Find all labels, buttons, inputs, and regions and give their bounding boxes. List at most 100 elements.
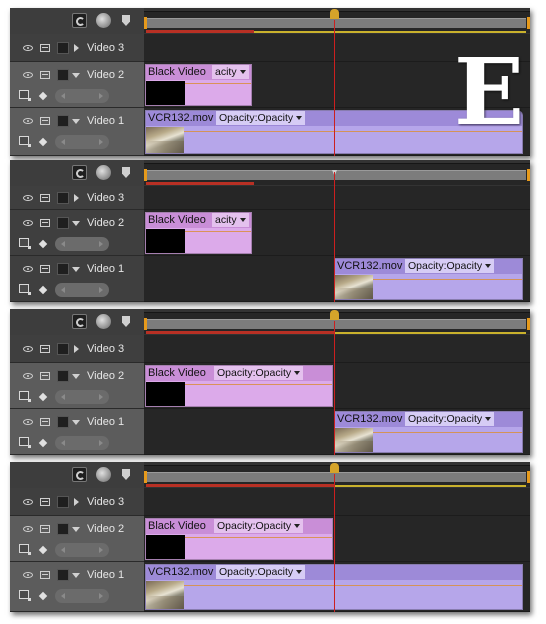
track-lane[interactable]: VCR132.mov Opacity:Opacity xyxy=(144,409,530,455)
work-area-bar[interactable] xyxy=(146,319,526,329)
track-lane[interactable]: VCR132.mov Opacity:Opacity xyxy=(144,562,530,612)
lock-toggle[interactable] xyxy=(57,115,69,127)
display-style-icon[interactable] xyxy=(19,391,31,402)
effect-dropdown[interactable]: acity xyxy=(212,213,249,227)
add-marker-icon[interactable] xyxy=(122,15,130,26)
time-ruler[interactable] xyxy=(144,9,530,33)
snap-icon[interactable] xyxy=(72,467,87,482)
snap-icon[interactable] xyxy=(72,13,87,28)
playhead-handle[interactable] xyxy=(330,9,339,19)
time-ruler[interactable] xyxy=(144,310,530,334)
expand-triangle-icon[interactable] xyxy=(74,345,79,353)
sequence-marker-icon[interactable] xyxy=(96,314,111,329)
playhead-handle[interactable] xyxy=(330,463,339,473)
time-ruler[interactable] xyxy=(144,163,530,185)
keyframe-navigator[interactable] xyxy=(55,543,109,557)
lock-toggle[interactable] xyxy=(57,523,69,535)
work-area-bar[interactable] xyxy=(146,18,526,28)
in-point-marker[interactable] xyxy=(144,318,147,330)
out-point-marker[interactable] xyxy=(527,169,530,181)
keyframe-navigator[interactable] xyxy=(55,237,109,251)
eye-icon[interactable] xyxy=(23,526,33,532)
collapse-triangle-icon[interactable] xyxy=(72,221,80,226)
collapse-triangle-icon[interactable] xyxy=(72,420,80,425)
sequence-marker-icon[interactable] xyxy=(96,467,111,482)
track-lane[interactable] xyxy=(144,186,530,210)
lock-toggle[interactable] xyxy=(57,42,69,54)
eye-icon[interactable] xyxy=(23,373,33,379)
sequence-marker-icon[interactable] xyxy=(96,165,111,180)
eye-icon[interactable] xyxy=(23,195,33,201)
snap-icon[interactable] xyxy=(72,314,87,329)
effect-dropdown[interactable]: Opacity:Opacity xyxy=(214,519,304,533)
eye-icon[interactable] xyxy=(23,72,33,78)
collapse-triangle-icon[interactable] xyxy=(72,73,80,78)
keyframe-diamond-icon[interactable] xyxy=(38,91,48,101)
collapse-triangle-icon[interactable] xyxy=(72,119,80,124)
filmstrip-icon[interactable] xyxy=(40,117,50,125)
eye-icon[interactable] xyxy=(23,220,33,226)
effect-dropdown[interactable]: Opacity:Opacity xyxy=(405,259,495,273)
keyframe-diamond-icon[interactable] xyxy=(38,285,48,295)
track-lane[interactable]: Black Video Opacity:Opacity xyxy=(144,363,530,409)
lock-toggle[interactable] xyxy=(57,192,69,204)
filmstrip-icon[interactable] xyxy=(40,44,50,52)
effect-dropdown[interactable]: Opacity:Opacity xyxy=(216,111,306,125)
track-lane[interactable]: VCR132.mov Opacity:Opacity xyxy=(144,256,530,302)
collapse-triangle-icon[interactable] xyxy=(72,267,80,272)
track-lane[interactable]: Black Video acity xyxy=(144,210,530,256)
keyframe-diamond-icon[interactable] xyxy=(38,392,48,402)
expand-triangle-icon[interactable] xyxy=(74,44,79,52)
display-style-icon[interactable] xyxy=(19,437,31,448)
filmstrip-icon[interactable] xyxy=(40,498,50,506)
eye-icon[interactable] xyxy=(23,45,33,51)
eye-icon[interactable] xyxy=(23,572,33,578)
filmstrip-icon[interactable] xyxy=(40,71,50,79)
keyframe-diamond-icon[interactable] xyxy=(38,438,48,448)
in-point-marker[interactable] xyxy=(144,169,147,181)
eye-icon[interactable] xyxy=(23,346,33,352)
lock-toggle[interactable] xyxy=(57,569,69,581)
keyframe-navigator[interactable] xyxy=(55,589,109,603)
filmstrip-icon[interactable] xyxy=(40,525,50,533)
filmstrip-icon[interactable] xyxy=(40,219,50,227)
out-point-marker[interactable] xyxy=(527,318,530,330)
effect-dropdown[interactable]: Opacity:Opacity xyxy=(405,412,495,426)
lock-toggle[interactable] xyxy=(57,217,69,229)
collapse-triangle-icon[interactable] xyxy=(72,374,80,379)
eye-icon[interactable] xyxy=(23,419,33,425)
keyframe-diamond-icon[interactable] xyxy=(38,591,48,601)
keyframe-navigator[interactable] xyxy=(55,283,109,297)
lock-toggle[interactable] xyxy=(57,263,69,275)
add-marker-icon[interactable] xyxy=(122,469,130,480)
keyframe-diamond-icon[interactable] xyxy=(38,239,48,249)
clip-vcr132[interactable]: VCR132.mov Opacity:Opacity xyxy=(334,258,523,300)
time-ruler[interactable] xyxy=(144,463,530,487)
effect-dropdown[interactable]: Opacity:Opacity xyxy=(214,366,304,380)
lock-toggle[interactable] xyxy=(57,69,69,81)
playhead-handle[interactable] xyxy=(330,310,339,320)
work-area-bar[interactable] xyxy=(146,472,526,482)
clip-black-video[interactable]: Black Video Opacity:Opacity xyxy=(145,518,333,560)
display-style-icon[interactable] xyxy=(19,90,31,101)
display-style-icon[interactable] xyxy=(19,136,31,147)
collapse-triangle-icon[interactable] xyxy=(72,527,80,532)
effect-dropdown[interactable]: acity xyxy=(212,65,249,79)
eye-icon[interactable] xyxy=(23,118,33,124)
filmstrip-icon[interactable] xyxy=(40,372,50,380)
track-lane[interactable] xyxy=(144,335,530,363)
expand-triangle-icon[interactable] xyxy=(74,194,79,202)
expand-triangle-icon[interactable] xyxy=(74,498,79,506)
clip-black-video[interactable]: Black Video acity xyxy=(145,212,252,254)
keyframe-navigator[interactable] xyxy=(55,89,109,103)
effect-dropdown[interactable]: Opacity:Opacity xyxy=(216,565,306,579)
snap-icon[interactable] xyxy=(72,165,87,180)
display-style-icon[interactable] xyxy=(19,544,31,555)
filmstrip-icon[interactable] xyxy=(40,418,50,426)
lock-toggle[interactable] xyxy=(57,370,69,382)
keyframe-navigator[interactable] xyxy=(55,390,109,404)
add-marker-icon[interactable] xyxy=(122,167,130,178)
eye-icon[interactable] xyxy=(23,266,33,272)
keyframe-diamond-icon[interactable] xyxy=(38,545,48,555)
filmstrip-icon[interactable] xyxy=(40,345,50,353)
